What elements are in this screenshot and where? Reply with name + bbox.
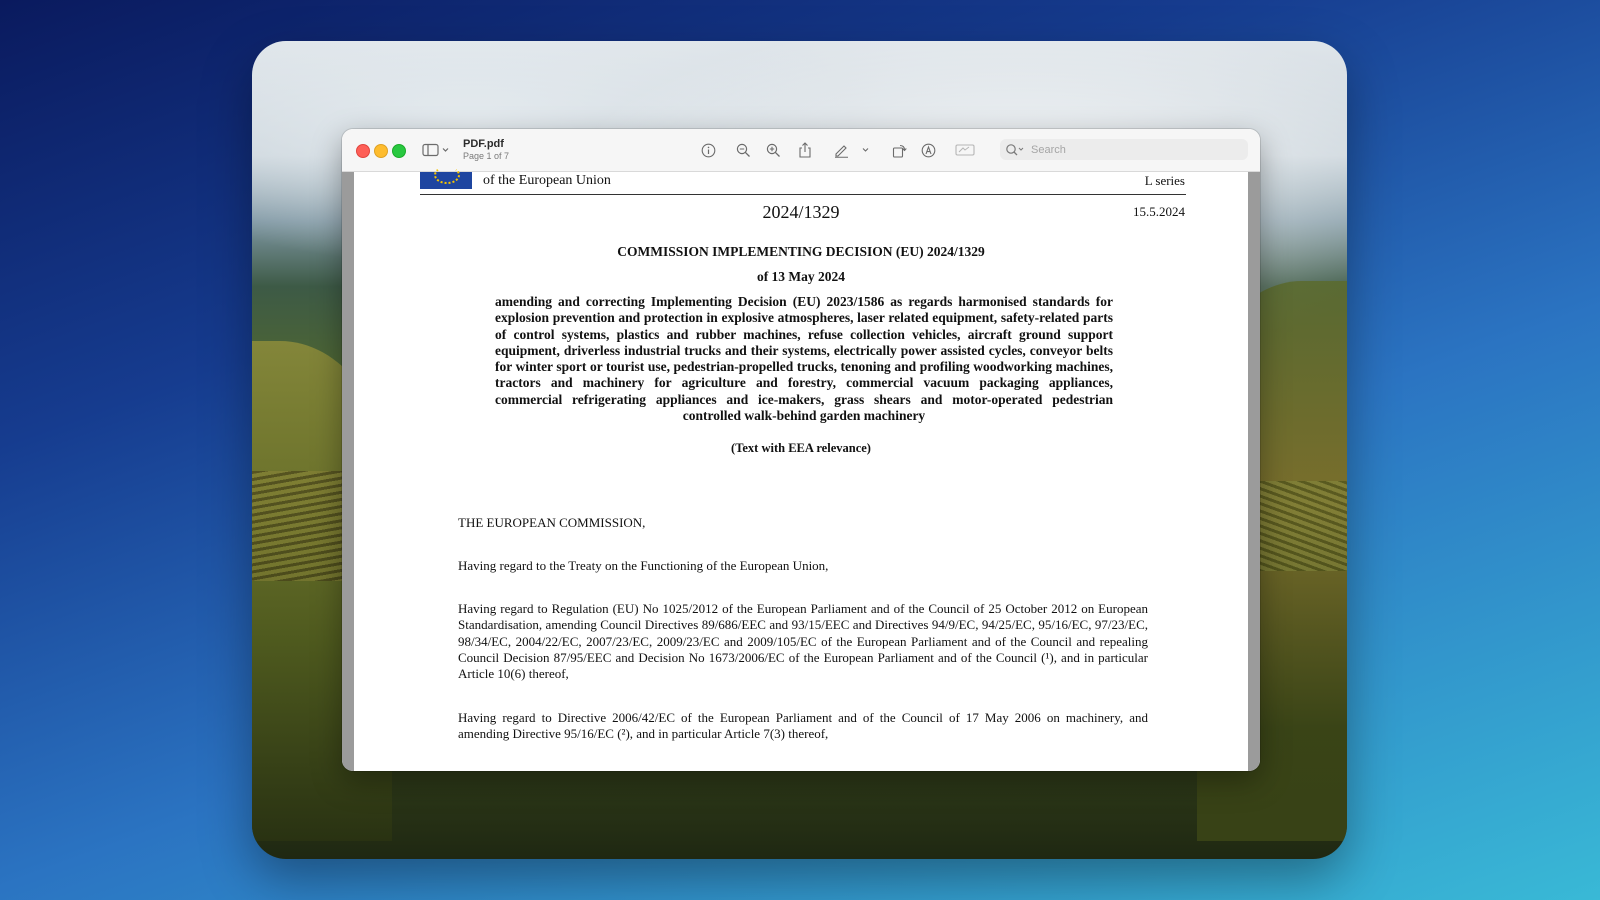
markup-button[interactable] — [833, 140, 873, 160]
window-toolbar: PDF.pdf Page 1 of 7 — [342, 129, 1260, 172]
page-indicator: Page 1 of 7 — [463, 151, 510, 161]
document-viewport[interactable]: of the European Union L series 2024/1329… — [342, 166, 1260, 771]
markup-pen-icon — [835, 145, 869, 158]
rotate-icon — [892, 144, 907, 158]
decision-date: of 13 May 2024 — [756, 269, 846, 284]
fullscreen-button[interactable] — [392, 144, 406, 158]
info-icon — [701, 143, 715, 157]
search-input[interactable] — [1029, 142, 1243, 157]
annotate-icon — [921, 143, 935, 157]
form-fill-button[interactable] — [954, 140, 976, 160]
zoom-in-icon — [766, 143, 780, 157]
zoom-out-icon — [736, 143, 750, 157]
annotate-button[interactable] — [918, 140, 938, 160]
document-title: PDF.pdf — [463, 138, 504, 150]
rotate-button[interactable] — [889, 140, 909, 160]
journal-name: of the European Union — [483, 173, 611, 188]
body-paragraph: Having regard to the Treaty on the Funct… — [458, 558, 829, 573]
search-icon — [1006, 143, 1024, 155]
document-number: 2024/1329 — [762, 202, 840, 222]
preview-window: PDF.pdf Page 1 of 7 Search of the Europe… — [342, 129, 1260, 771]
form-icon — [955, 144, 975, 156]
pdf-page: of the European Union L series 2024/1329… — [354, 166, 1248, 771]
share-button[interactable] — [795, 140, 815, 160]
decision-summary: amending and correcting Implementing Dec… — [495, 294, 1113, 424]
series-label: L series — [1144, 173, 1185, 188]
publication-date: 15.5.2024 — [1133, 204, 1185, 219]
wallpaper-vineyard-left — [252, 471, 352, 581]
search-field[interactable] — [1000, 139, 1248, 160]
decision-title: COMMISSION IMPLEMENTING DECISION (EU) 20… — [617, 244, 985, 259]
eea-relevance: (Text with EEA relevance) — [731, 441, 871, 455]
zoom-in-button[interactable] — [763, 140, 783, 160]
sidebar-icon — [422, 143, 449, 157]
wallpaper-vineyard-right — [1257, 481, 1347, 571]
info-button[interactable] — [698, 140, 718, 160]
zoom-out-button[interactable] — [733, 140, 753, 160]
eu-flag-icon — [420, 166, 472, 189]
share-icon — [799, 142, 811, 158]
header-divider — [420, 194, 1186, 195]
sidebar-toggle-button[interactable] — [420, 140, 452, 160]
body-paragraph: Having regard to Regulation (EU) No 1025… — [458, 601, 1148, 682]
close-button[interactable] — [356, 144, 370, 158]
body-paragraph: THE EUROPEAN COMMISSION, — [458, 515, 646, 530]
minimize-button[interactable] — [374, 144, 388, 158]
body-paragraph: Having regard to Directive 2006/42/EC of… — [458, 710, 1148, 742]
